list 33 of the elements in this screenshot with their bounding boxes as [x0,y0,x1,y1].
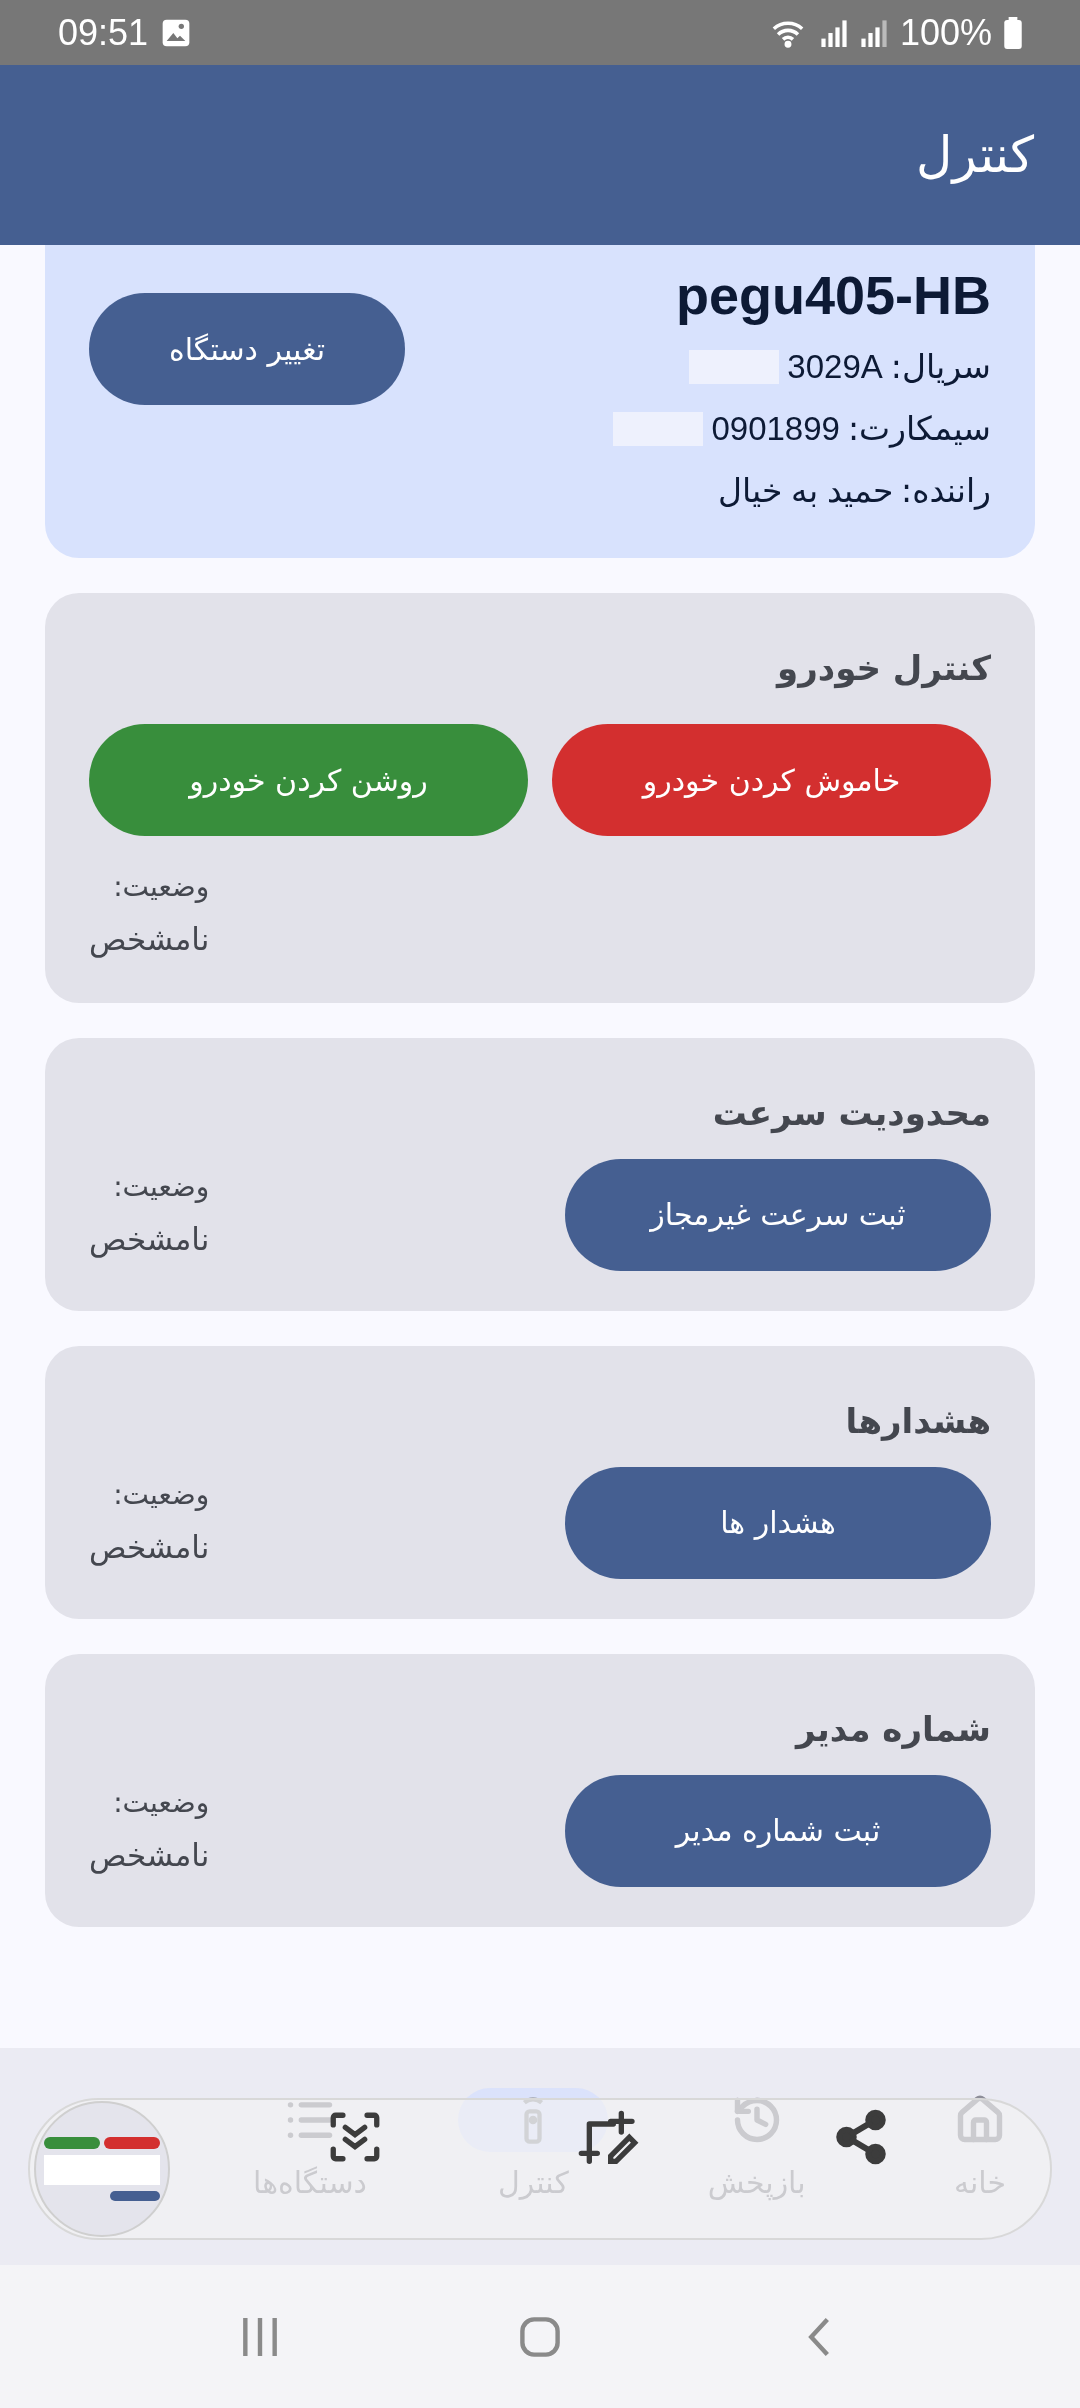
action-button[interactable]: خاموش کردن خودرو [552,724,991,836]
home-icon[interactable] [518,2314,562,2359]
signal-icon [859,17,888,48]
field-value: 0901899 [711,409,840,449]
action-button[interactable]: هشدار ها [565,1466,991,1579]
field-value: 3029A [787,347,883,387]
status-label: وضعیت: [113,1477,210,1514]
app-bar-title: کنترل [916,124,1034,186]
status-label: وضعیت: [113,1169,210,1206]
status-label: وضعیت: [113,869,210,905]
action-button[interactable]: روشن کردن خودرو [89,724,528,836]
status-time: 09:51 [58,10,149,55]
field-label: سیمکارت: [847,408,991,450]
field-label: سریال: [890,346,991,388]
card-title: شماره مدیر [793,1707,991,1752]
battery-icon [1004,16,1022,49]
signal-icon [819,17,848,48]
card-title: هشدارها [844,1399,991,1443]
action-button[interactable]: ثبت سرعت غیرمجاز [565,1158,991,1271]
card-title: کنترل خودرو [774,647,991,691]
card-title: محدودیت سرعت [711,1091,991,1136]
battery-percent: 100% [899,10,992,55]
status-label: وضعیت: [113,1785,210,1822]
field-label: راننده: [901,470,991,512]
status-value: نامشخص [89,1220,210,1260]
field-value: حمید به خیال [717,471,893,511]
status-value: نامشخص [89,920,210,960]
status-value: نامشخص [89,1836,210,1876]
change-device-button[interactable]: تغییر دستگاه [89,293,405,405]
action-button[interactable]: ثبت شماره مدیر [565,1774,991,1887]
device-name: pegu405-HB [675,264,991,327]
screenshot-thumbnail[interactable] [34,2101,170,2237]
status-value: نامشخص [89,1528,210,1568]
